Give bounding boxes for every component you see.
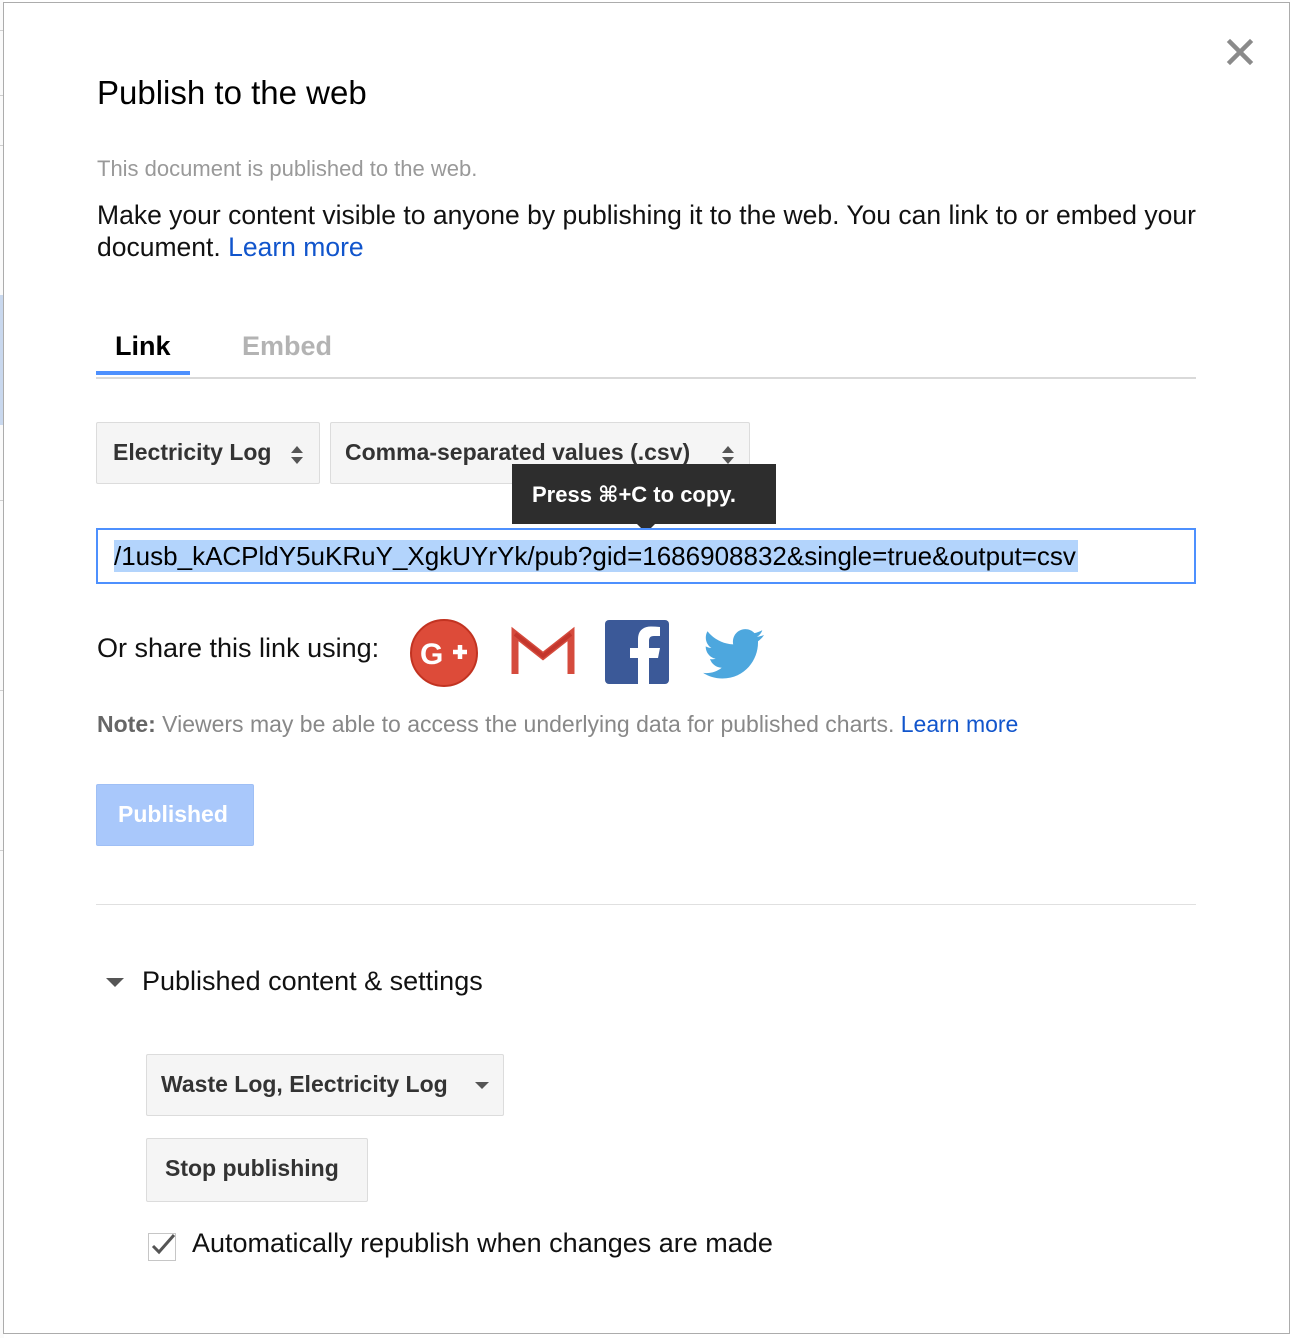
dialog-title: Publish to the web [97, 74, 367, 111]
dialog-description: Make your content visible to anyone by p… [97, 199, 1197, 263]
stop-publishing-button[interactable]: Stop publishing [146, 1138, 368, 1202]
note-label: Note: [97, 711, 156, 737]
checkmark-icon [151, 1234, 176, 1255]
published-settings-heading: Published content & settings [142, 966, 483, 996]
auto-republish-checkbox[interactable] [148, 1233, 176, 1261]
published-sheets-value: Waste Log, Electricity Log [161, 1071, 448, 1097]
note-learn-more-link[interactable]: Learn more [901, 711, 1019, 737]
facebook-icon[interactable] [603, 618, 673, 688]
section-divider [96, 904, 1196, 905]
copy-tooltip: Press ⌘+C to copy. [512, 464, 776, 524]
learn-more-link[interactable]: Learn more [228, 232, 364, 262]
published-url-value: /1usb_kACPldY5uKRuY_XgkUYrYk/pub?gid=168… [114, 540, 1078, 572]
data-access-note: Note: Viewers may be able to access the … [97, 711, 1018, 738]
share-label: Or share this link using: [97, 633, 380, 663]
note-text: Viewers may be able to access the underl… [162, 711, 895, 737]
expand-caret-icon [106, 978, 124, 988]
published-url-field[interactable]: /1usb_kACPldY5uKRuY_XgkUYrYk/pub?gid=168… [96, 528, 1196, 584]
tab-bar: Link Embed [96, 326, 1196, 379]
google-plus-icon[interactable]: G [409, 618, 479, 688]
auto-republish-label[interactable]: Automatically republish when changes are… [192, 1228, 773, 1259]
dropdown-caret-icon [475, 1082, 489, 1089]
svg-text:G: G [420, 638, 443, 671]
active-tab-indicator [96, 371, 190, 375]
gmail-icon[interactable] [508, 618, 578, 688]
up-down-arrows-icon [291, 446, 303, 464]
close-icon[interactable] [1222, 34, 1258, 70]
tab-embed[interactable]: Embed [242, 331, 332, 362]
published-sheets-dropdown[interactable]: Waste Log, Electricity Log [146, 1054, 504, 1116]
sheet-select[interactable]: Electricity Log [96, 422, 320, 484]
publish-status: This document is published to the web. [97, 156, 478, 181]
twitter-icon[interactable] [698, 618, 768, 688]
sheet-select-value: Electricity Log [113, 439, 272, 465]
tab-link[interactable]: Link [115, 331, 171, 362]
published-settings-toggle[interactable]: Published content & settings [106, 966, 483, 997]
format-select-value: Comma-separated values (.csv) [345, 439, 691, 465]
published-button[interactable]: Published [96, 784, 254, 846]
